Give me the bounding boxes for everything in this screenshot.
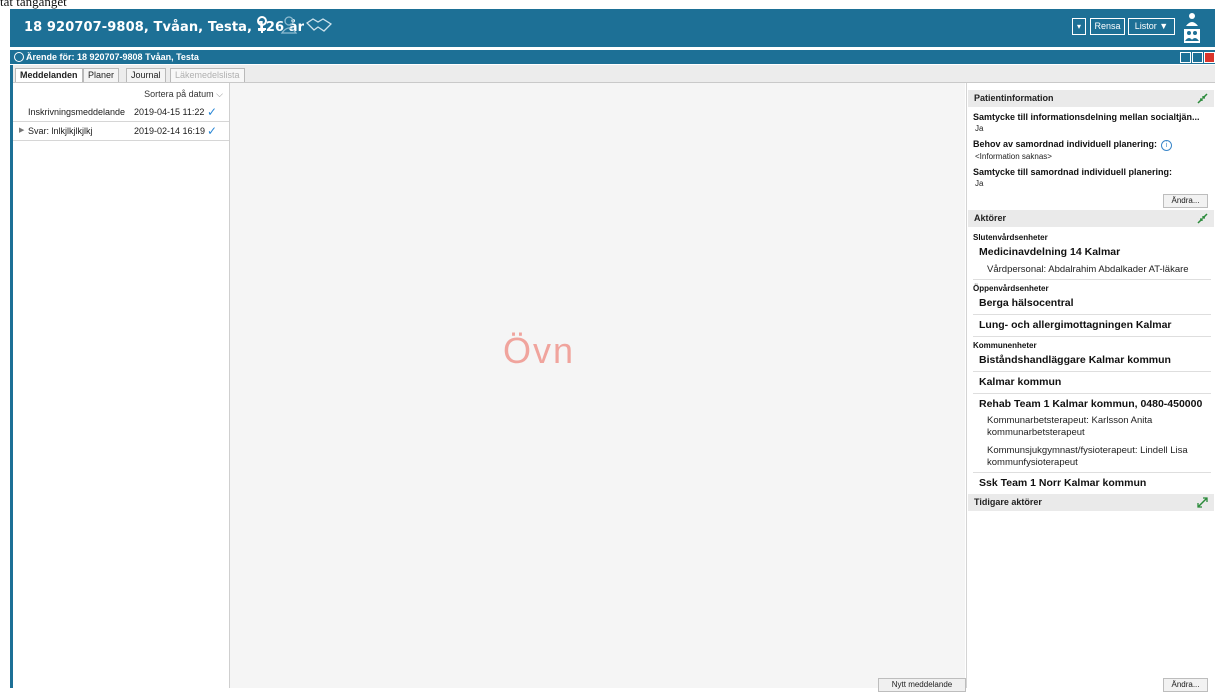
message-name: Svar: lnlkjlkjlkjlkj (28, 126, 93, 136)
message-date: 2019-04-15 11:22 (134, 107, 205, 117)
restore-icon[interactable] (1192, 52, 1203, 63)
unit-rehab-team[interactable]: Rehab Team 1 Kalmar kommun, 0480-450000 (979, 398, 1202, 410)
divider (973, 393, 1211, 394)
message-detail-area: Övn Nytt meddelande (230, 83, 966, 692)
category-kommun: Kommunenheter (973, 341, 1037, 350)
top-clip: tät tänganget (0, 0, 260, 9)
message-list-panel: Sortera på datum ⌵ Inskrivningsmeddeland… (13, 83, 230, 688)
expand-icon[interactable] (1197, 497, 1208, 508)
tab-journal[interactable]: Journal (126, 68, 166, 82)
check-icon: ✓ (207, 124, 218, 138)
close-icon[interactable] (1204, 52, 1215, 63)
message-name: Inskrivningsmeddelande (28, 107, 126, 117)
staff-vardpersonal: Vårdpersonal: Abdalrahim Abdalkader AT-l… (987, 264, 1189, 275)
message-date: 2019-02-14 16:19 (134, 126, 206, 136)
staff-kommunsjukgymnast: Kommunsjukgymnast/fysioterapeut: Lindell… (987, 445, 1188, 468)
minimize-icon[interactable] (1180, 52, 1191, 63)
users-icon[interactable] (1184, 29, 1200, 43)
unit-berga[interactable]: Berga hälsocentral (979, 297, 1074, 309)
list-item[interactable]: ▶ Svar: lnlkjlkjlkjlkj 2019-02-14 16:19 … (13, 122, 229, 141)
consent-info-value: Ja (975, 124, 984, 133)
expand-arrow-icon[interactable]: ▶ (19, 122, 24, 140)
case-title: Ärende för: 18 920707-9808 Tvåan, Testa (26, 52, 199, 62)
consent-planning-value: Ja (975, 179, 984, 188)
listor-button[interactable]: Listor ▼ (1128, 18, 1175, 35)
top-clip-text: tät tänganget (0, 0, 67, 9)
consent-planning-label: Samtycke till samordnad individuell plan… (973, 167, 1173, 177)
sort-label: Sortera på datum (144, 89, 214, 99)
new-message-button[interactable]: Nytt meddelande (878, 678, 966, 692)
divider (973, 279, 1211, 280)
user-icon[interactable] (1185, 12, 1199, 26)
sort-dropdown[interactable]: Sortera på datum ⌵ (144, 89, 223, 100)
collapse-icon[interactable] (1197, 213, 1208, 224)
staff-kommunarbetsterapeut: Kommunarbetsterapeut: Karlsson Anita kom… (987, 415, 1153, 438)
unit-ssk-team[interactable]: Ssk Team 1 Norr Kalmar kommun (979, 477, 1146, 489)
unit-bistand[interactable]: Biståndshandläggare Kalmar kommun (979, 354, 1171, 366)
unit-medicinavdelning[interactable]: Medicinavdelning 14 Kalmar (979, 246, 1120, 258)
check-icon: ✓ (207, 105, 218, 119)
collapse-icon[interactable] (1197, 93, 1208, 104)
coordinated-planning-value: <Information saknas> (975, 152, 1052, 161)
unit-lung-allergi[interactable]: Lung- och allergimottagningen Kalmar (979, 319, 1172, 331)
category-oppenvard: Öppenvårdsenheter (973, 284, 1049, 293)
divider (973, 472, 1211, 473)
section-aktorer: Aktörer (968, 210, 1214, 227)
section-tidigare-aktorer: Tidigare aktörer (968, 494, 1214, 511)
divider (973, 371, 1211, 372)
category-slutenvard: Slutenvårdsenheter (973, 233, 1048, 242)
right-panel: Patientinformation Samtycke till informa… (966, 83, 1215, 692)
section-patientinformation: Patientinformation (968, 90, 1214, 107)
case-bar: Ärende för: 18 920707-9808 Tvåan, Testa (10, 50, 1215, 64)
person-icon[interactable] (280, 16, 298, 37)
tab-lakemedelslista: Läkemedelslista (170, 68, 245, 82)
filter-button[interactable]: ▾ (1072, 18, 1086, 35)
list-item[interactable]: Inskrivningsmeddelande 2019-04-15 11:22 … (13, 103, 229, 122)
coordinated-planning-label: Behov av samordnad individuell planering… (973, 139, 1173, 151)
tab-bar: Meddelanden Planer Journal Läkemedelslis… (10, 65, 1215, 83)
section-title: Tidigare aktörer (974, 497, 1042, 507)
info-icon[interactable]: i (1161, 140, 1173, 151)
consent-info-label: Samtycke till informationsdelning mellan… (973, 112, 1200, 122)
rensa-button[interactable]: Rensa (1090, 18, 1125, 35)
female-icon (256, 16, 268, 37)
section-title: Patientinformation (974, 93, 1054, 103)
chevron-down-icon: ⌵ (216, 89, 223, 99)
divider (973, 336, 1211, 337)
divider (973, 314, 1211, 315)
case-icon (14, 52, 24, 62)
handshake-icon[interactable] (305, 17, 333, 36)
unit-kalmar-kommun[interactable]: Kalmar kommun (979, 376, 1061, 388)
watermark: Övn (503, 330, 576, 371)
tab-planer[interactable]: Planer (83, 68, 120, 82)
andra-button[interactable]: Ändra... (1163, 194, 1208, 208)
andra-button-tidigare[interactable]: Ändra... (1163, 678, 1208, 692)
tab-meddelanden[interactable]: Meddelanden (15, 68, 83, 82)
section-title: Aktörer (974, 213, 1007, 223)
patient-header: 18 920707-9808, Tvåan, Testa, 126 år ▾ R… (10, 9, 1215, 47)
